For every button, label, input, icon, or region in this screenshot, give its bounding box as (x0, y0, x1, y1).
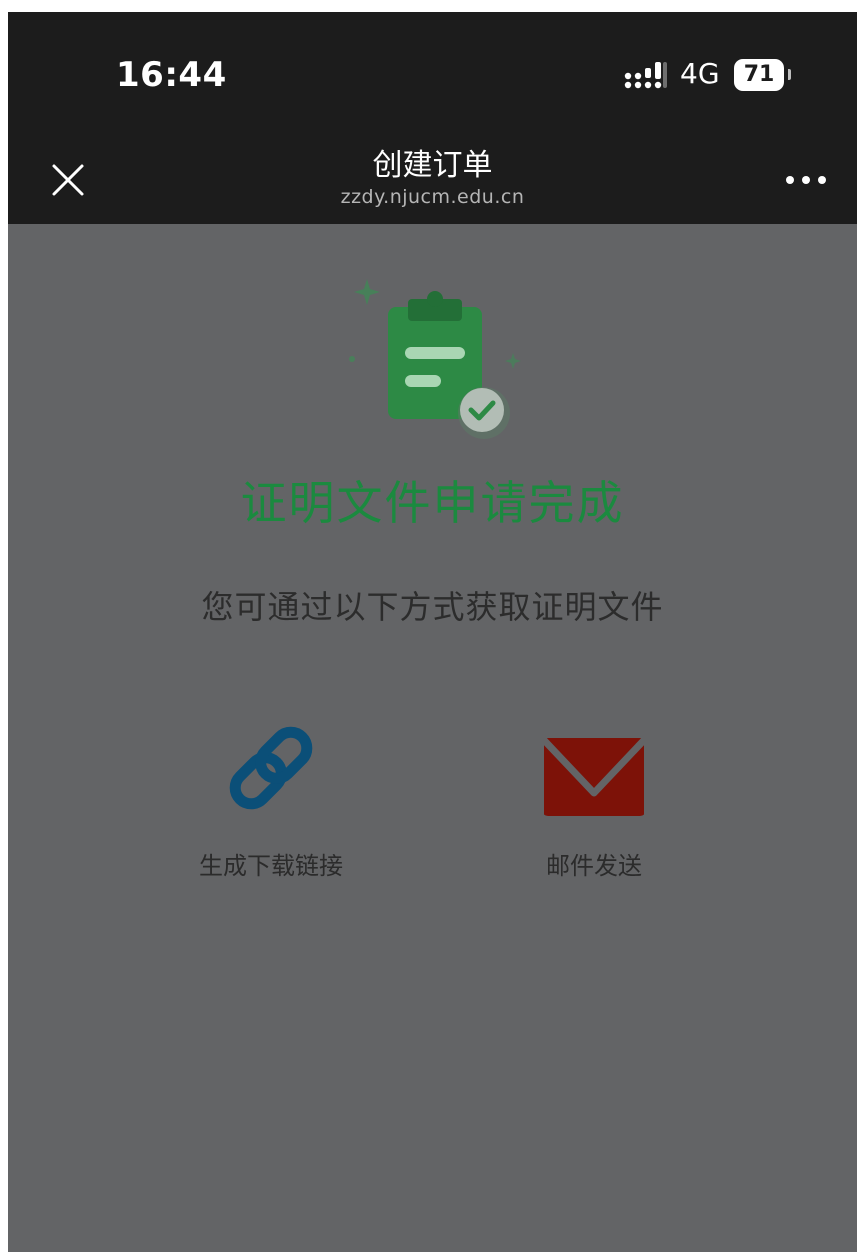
send-email-label: 邮件发送 (546, 852, 642, 880)
mail-icon (544, 735, 644, 816)
more-options-icon[interactable] (782, 172, 830, 188)
signal-icon (624, 62, 667, 89)
battery-indicator: 71 (734, 59, 784, 91)
generate-link-button[interactable]: 生成下载链接 (171, 718, 371, 888)
retrieval-hint: 您可通过以下方式获取证明文件 (201, 588, 664, 626)
link-icon (229, 726, 313, 810)
top-bar: 16:44 4G 71 创建订单 zzdy.njucm.edu.cn (8, 12, 857, 224)
status-time: 16:44 (116, 55, 227, 95)
app-frame: 16:44 4G 71 创建订单 zzdy.njucm.edu.cn 证明文件申… (8, 12, 857, 1252)
network-type: 4G (680, 57, 720, 90)
generate-link-label: 生成下载链接 (199, 852, 343, 880)
page-domain: zzdy.njucm.edu.cn (340, 186, 525, 208)
success-title: 证明文件申请完成 (240, 476, 625, 530)
page-title: 创建订单 (372, 148, 493, 183)
send-email-button[interactable]: 邮件发送 (494, 718, 694, 888)
clipboard-check-icon (349, 279, 521, 439)
battery-cap (788, 69, 791, 80)
